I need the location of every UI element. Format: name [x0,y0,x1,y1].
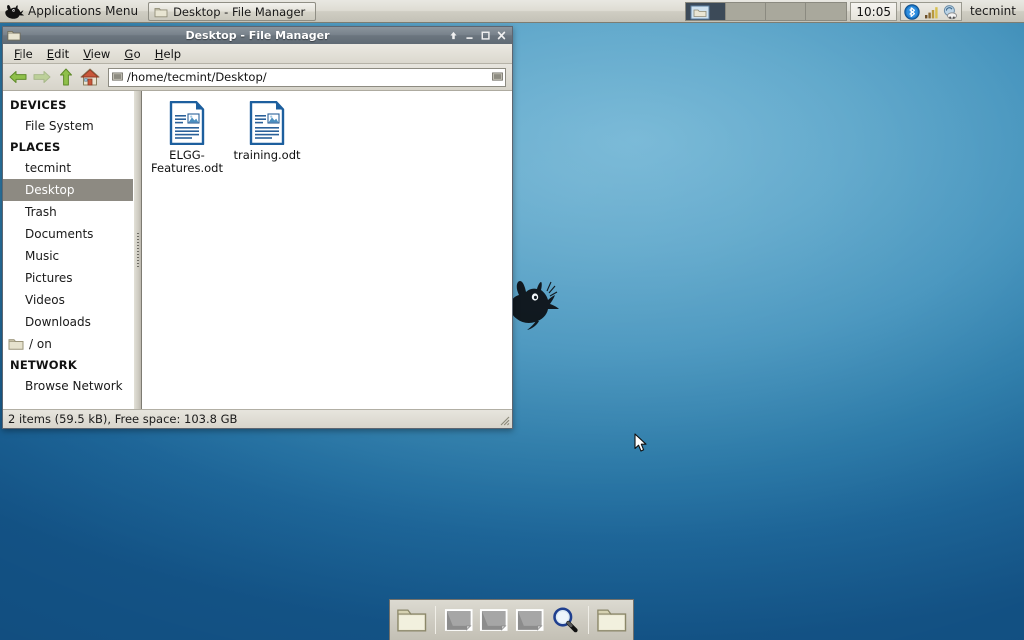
workspace-2[interactable] [726,3,767,20]
sidebar-item-label: File System [25,119,94,133]
folder-icon [8,339,24,350]
window-titlebar[interactable]: Desktop - File Manager [3,27,512,44]
folder-icon [7,31,21,41]
sidebar-item-label: Browse Network [25,379,123,393]
applications-menu-button[interactable]: Applications Menu [0,0,146,22]
sidebar-item-label: Desktop [25,183,75,197]
window-page-icon[interactable] [514,605,546,635]
sidebar-splitter[interactable] [133,91,142,409]
maximize-button[interactable] [481,30,490,41]
window-menubar: FFile EEdit VView GGo HHelp [3,44,512,64]
sidebar-item-label: tecmint [25,161,72,175]
file-list-view[interactable]: ELGG-Features.odt training.odt [142,91,512,409]
sidebar-item-videos[interactable]: Videos [3,289,133,311]
sidebar-item-label: Documents [25,227,94,241]
up-button[interactable] [55,66,77,88]
workspace-1[interactable] [686,3,727,20]
sidebar-item-downloads[interactable]: Downloads [3,311,133,333]
folder-icon [690,5,710,20]
xfce-mouse-icon [5,5,24,19]
folder-icon[interactable] [396,605,428,635]
taskbar-button-file-manager[interactable]: Desktop - File Manager [148,2,317,21]
file-item[interactable]: training.odt [228,99,306,175]
sidebar-item-music[interactable]: Music [3,245,133,267]
shade-button[interactable] [449,30,458,41]
file-item-label: training.odt [233,148,301,162]
forward-button[interactable] [31,66,53,88]
file-item[interactable]: ELGG-Features.odt [148,99,226,175]
odt-document-icon [169,101,205,145]
sidebar-heading-devices: DEVICES [10,98,67,112]
sidebar-item-desktop[interactable]: Desktop [3,179,133,201]
bluetooth-icon[interactable] [904,3,920,20]
software-updates-icon[interactable] [942,4,958,20]
file-manager-window: Desktop - File Manager FFile EEdit VView… [2,26,513,429]
sidebar-item-label: Videos [25,293,65,307]
window-controls [449,30,509,41]
system-tray [899,2,962,21]
resize-grip-icon[interactable] [497,413,510,426]
network-signal-icon[interactable] [923,4,939,20]
sidebar-item-root-mount[interactable]: / on [3,333,133,355]
path-entry[interactable] [108,67,506,87]
sidebar-item-trash[interactable]: Trash [3,201,133,223]
sidebar: DEVICES File System PLACES tecmint Deskt… [3,91,133,409]
clock[interactable]: 10:05 [850,2,897,21]
menu-go[interactable]: GGo [118,45,146,63]
window-title: Desktop - File Manager [185,29,330,42]
taskbar-button-label: Desktop - File Manager [173,4,306,19]
sidebar-item-browse-network[interactable]: Browse Network [3,375,133,397]
folder-icon [154,7,168,17]
path-input[interactable] [127,70,488,84]
sidebar-item-label: Music [25,249,60,263]
window-page-icon[interactable] [443,605,475,635]
magnifier-icon[interactable] [549,605,581,635]
sidebar-item-label: / on [29,337,52,351]
sidebar-heading-network: NETWORK [10,358,77,372]
mouse-cursor [634,433,647,452]
panel-spacer [316,0,685,22]
menu-edit[interactable]: EEdit [41,45,75,63]
back-button[interactable] [7,66,29,88]
file-item-label: ELGG-Features.odt [151,148,223,175]
sidebar-item-pictures[interactable]: Pictures [3,267,133,289]
path-toggle-icon[interactable] [492,72,503,82]
sidebar-item-tecmint[interactable]: tecmint [3,157,133,179]
folder-icon[interactable] [596,605,628,635]
home-button[interactable] [79,66,101,88]
top-panel: Applications Menu Desktop - File Manager… [0,0,1024,23]
dock-panel [389,599,634,640]
workspace-switcher[interactable] [685,2,848,21]
workspace-3[interactable] [766,3,807,20]
minimize-button[interactable] [465,30,474,41]
close-button[interactable] [497,30,506,41]
menu-file[interactable]: FFile [8,45,39,63]
menu-view[interactable]: VView [77,45,116,63]
dock-separator-2 [587,606,589,634]
file-manager-body: DEVICES File System PLACES tecmint Deskt… [3,91,512,409]
username-label[interactable]: tecmint [966,0,1024,22]
window-toolbar [3,64,512,91]
clock-label: 10:05 [856,4,891,19]
dock-separator-1 [434,606,436,634]
odt-document-icon [249,101,285,145]
window-page-icon[interactable] [478,605,510,635]
sidebar-heading-places: PLACES [10,140,61,154]
splitter-grip-icon [137,233,139,267]
sidebar-item-documents[interactable]: Documents [3,223,133,245]
sidebar-item-label: Downloads [25,315,91,329]
menu-help[interactable]: HHelp [149,45,187,63]
workspace-4[interactable] [806,3,847,20]
status-bar-label: 2 items (59.5 kB), Free space: 103.8 GB [8,412,238,426]
status-bar: 2 items (59.5 kB), Free space: 103.8 GB [3,409,512,428]
applications-menu-label: Applications Menu [28,4,139,18]
xfce-mouse-logo-icon [510,281,559,330]
sidebar-item-label: Trash [25,205,57,219]
location-icon [112,72,123,81]
sidebar-item-label: Pictures [25,271,73,285]
sidebar-item-file-system[interactable]: File System [3,115,133,137]
